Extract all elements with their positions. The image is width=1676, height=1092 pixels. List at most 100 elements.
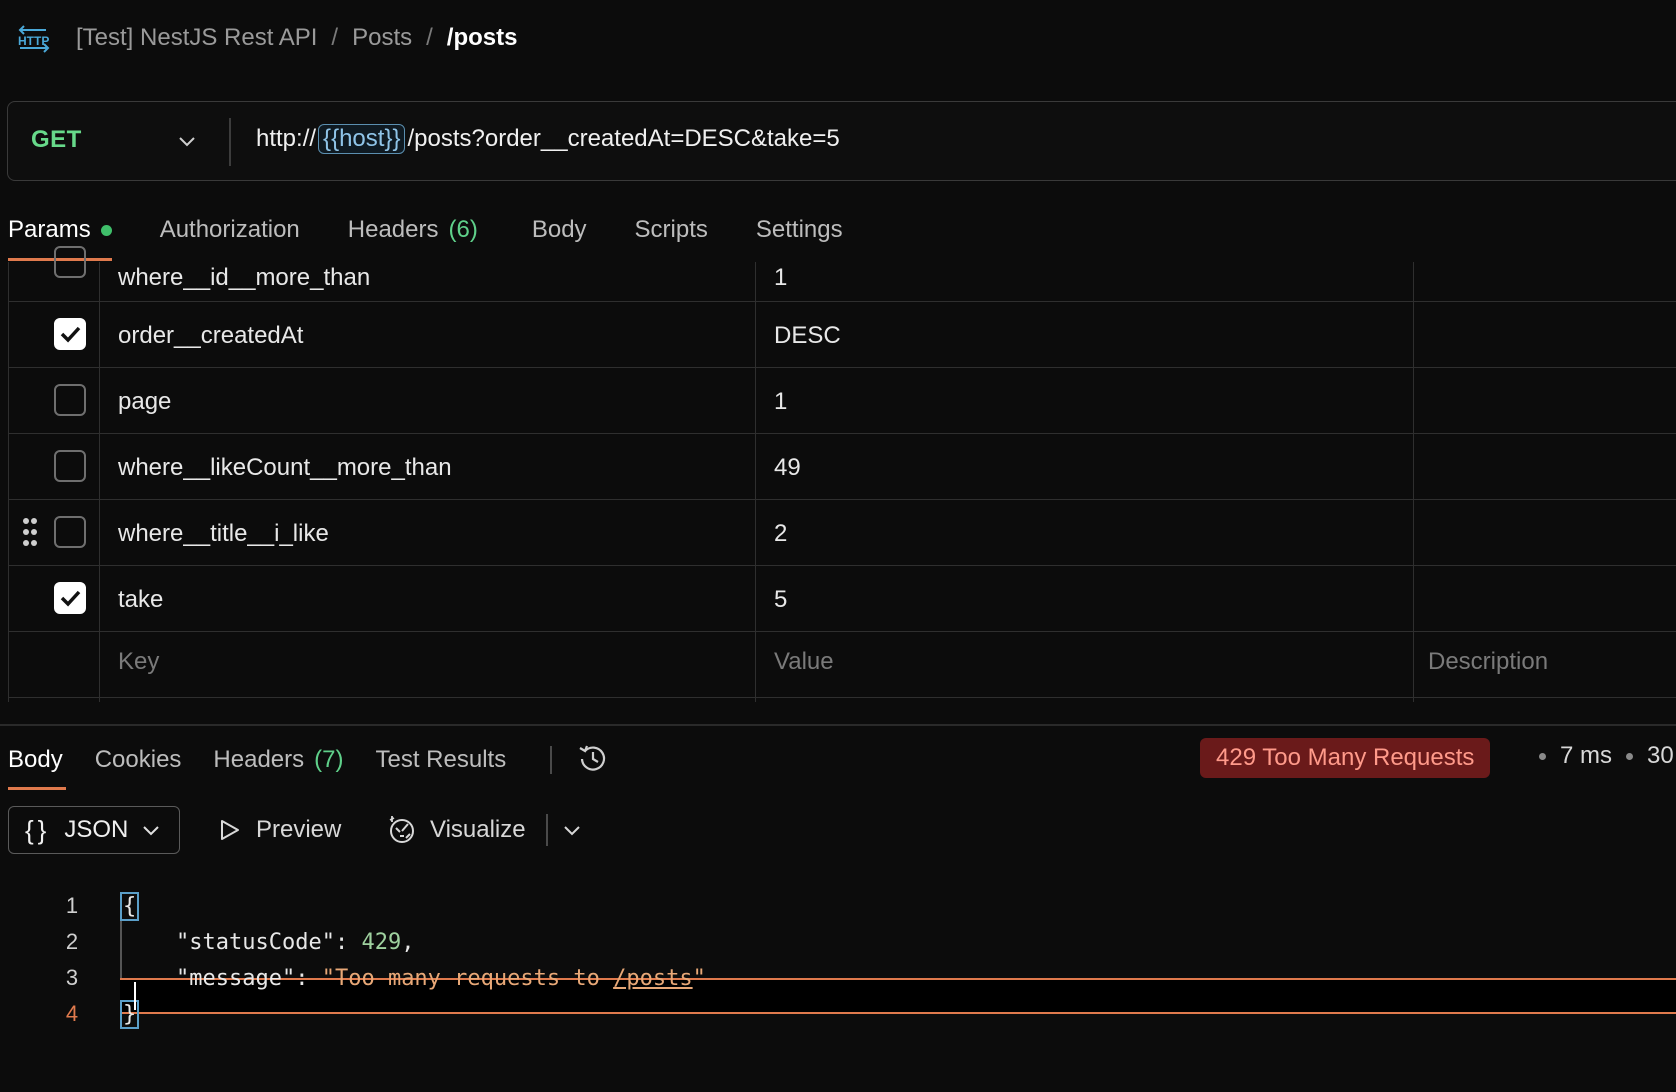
param-value[interactable]: DESC	[774, 322, 841, 350]
breadcrumb-folder[interactable]: Posts	[352, 24, 412, 52]
visualize-button[interactable]: Visualize	[386, 810, 526, 850]
tab-label: Body	[8, 746, 63, 773]
param-value[interactable]: 1	[774, 264, 787, 292]
json-string-link[interactable]: /posts	[613, 966, 692, 991]
url-path: /posts?order__createdAt=DESC&take=5	[407, 125, 840, 152]
description-placeholder[interactable]: Description	[1428, 648, 1548, 676]
tab-response-headers[interactable]: Headers (7)	[213, 746, 343, 774]
response-headers-count: (7)	[314, 746, 344, 773]
response-body-editor[interactable]: 1 { 2 "statusCode": 429, 3 "message": "T…	[0, 870, 1676, 1029]
format-select[interactable]: {} JSON	[8, 806, 180, 854]
tab-label: Test Results	[375, 746, 507, 773]
param-key[interactable]: take	[118, 586, 163, 614]
tab-response-body[interactable]: Body	[8, 746, 63, 774]
param-value[interactable]: 1	[774, 388, 787, 416]
meta-dot	[1539, 752, 1546, 760]
url-input[interactable]: http:// {{host}} /posts?order__createdAt…	[256, 124, 840, 154]
param-checkbox[interactable]	[54, 516, 86, 548]
tab-body[interactable]: Body	[532, 210, 587, 250]
tab-label: Body	[531, 216, 587, 243]
matched-brace: }	[120, 999, 140, 1029]
breadcrumb-separator: /	[331, 24, 339, 51]
column-divider	[8, 262, 9, 702]
key-placeholder[interactable]: Key	[118, 648, 159, 676]
param-value[interactable]: 2	[774, 520, 787, 548]
json-number: 429	[361, 929, 402, 955]
json-key: "message"	[176, 965, 296, 991]
preview-button[interactable]: Preview	[216, 812, 341, 848]
column-divider	[99, 262, 100, 702]
tab-headers[interactable]: Headers (6)	[348, 210, 478, 250]
table-row: page 1	[8, 368, 1676, 434]
visualize-icon	[389, 816, 414, 843]
check-icon	[60, 590, 81, 607]
http-icon: HTTP	[18, 25, 50, 53]
response-size[interactable]: 30	[1647, 742, 1674, 770]
param-key[interactable]: page	[118, 388, 171, 416]
value-placeholder[interactable]: Value	[774, 648, 834, 676]
param-checkbox[interactable]	[54, 384, 86, 416]
param-value[interactable]: 5	[774, 586, 787, 614]
chevron-down-icon[interactable]	[561, 819, 583, 841]
tab-label: Headers	[347, 216, 439, 243]
table-row: order__createdAt DESC	[8, 302, 1676, 368]
tab-params[interactable]: Params	[8, 210, 112, 250]
breadcrumb-request[interactable]: /posts	[447, 24, 518, 52]
param-key[interactable]: where__id__more_than	[118, 264, 370, 292]
tab-label: Params	[8, 216, 91, 243]
drag-handle-icon[interactable]	[22, 516, 38, 548]
tab-scripts[interactable]: Scripts	[635, 210, 708, 250]
param-key[interactable]: order__createdAt	[118, 322, 303, 350]
code-line: 3 "message": "Too many requests to /post…	[0, 960, 1676, 996]
param-checkbox[interactable]	[54, 246, 86, 278]
param-checkbox[interactable]	[54, 318, 86, 350]
tab-authorization[interactable]: Authorization	[160, 210, 300, 250]
tab-cookies[interactable]: Cookies	[95, 746, 182, 774]
code-line: 4 }	[0, 996, 1676, 1032]
check-icon	[60, 326, 81, 343]
tab-label: Authorization	[159, 216, 300, 243]
line-number: 4	[65, 1001, 79, 1026]
chevron-down-icon[interactable]	[176, 130, 198, 152]
tab-test-results[interactable]: Test Results	[375, 746, 506, 774]
url-bar: GET http:// {{host}} /posts?order__creat…	[7, 101, 1676, 181]
method-select[interactable]: GET	[31, 126, 82, 154]
response-time[interactable]: 7 ms	[1560, 742, 1612, 770]
pane-divider[interactable]	[0, 724, 1676, 726]
tab-settings[interactable]: Settings	[756, 210, 843, 250]
matched-brace: {	[120, 891, 140, 921]
status-badge[interactable]: 429 Too Many Requests	[1200, 738, 1491, 778]
tab-label: Headers	[213, 746, 305, 773]
url-prefix: http://	[256, 125, 317, 152]
param-value[interactable]: 49	[774, 454, 801, 482]
meta-dot	[1626, 752, 1634, 760]
response-tabs: Body Cookies Headers (7) Test Results	[8, 740, 538, 780]
headers-count: (6)	[448, 216, 478, 243]
table-row: where__likeCount__more_than 49	[8, 434, 1676, 500]
params-active-dot	[100, 224, 112, 236]
preview-label: Preview	[256, 816, 342, 843]
json-string-end: "	[692, 965, 706, 991]
code-text: }	[120, 999, 140, 1029]
line-number: 2	[65, 929, 79, 954]
button-divider	[546, 814, 548, 846]
json-key: "statusCode"	[176, 929, 335, 955]
table-row: where__title__i_like 2	[8, 500, 1676, 566]
table-row-new: Key Value Description	[8, 632, 1676, 698]
param-checkbox[interactable]	[54, 582, 86, 614]
tab-label: Cookies	[94, 746, 182, 773]
tab-label: Scripts	[634, 216, 708, 243]
breadcrumb-separator: /	[426, 24, 433, 51]
tab-label: Settings	[755, 216, 843, 243]
code-text: "statusCode": 429,	[176, 929, 415, 955]
response-meta: 7 ms 30	[1525, 742, 1674, 770]
param-key[interactable]: where__title__i_like	[118, 520, 329, 548]
column-divider	[1413, 262, 1414, 702]
param-checkbox[interactable]	[54, 450, 86, 482]
table-row: take 5	[8, 566, 1676, 632]
history-icon[interactable]	[576, 742, 610, 776]
breadcrumb-collection[interactable]: [Test] NestJS Rest API	[76, 24, 317, 52]
param-key[interactable]: where__likeCount__more_than	[118, 454, 452, 482]
url-variable[interactable]: {{host}}	[318, 124, 406, 154]
request-tabs: Params Authorization Headers (6) Body Sc…	[8, 210, 891, 250]
